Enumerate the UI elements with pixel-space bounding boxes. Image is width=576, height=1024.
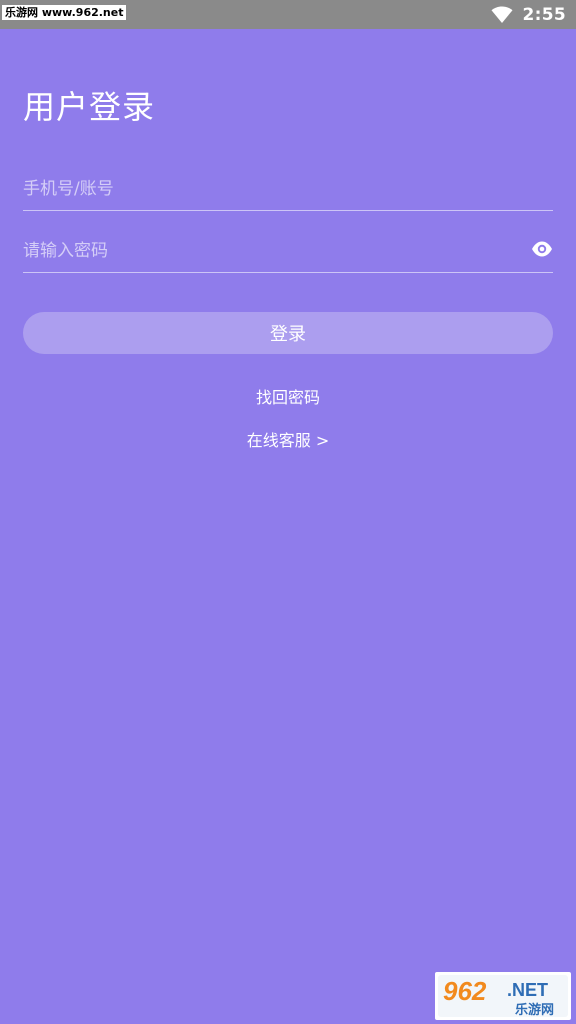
- eye-icon[interactable]: [531, 240, 553, 258]
- find-password-row: 找回密码: [0, 384, 576, 408]
- password-input[interactable]: [23, 229, 553, 272]
- status-time: 2:55: [522, 4, 566, 25]
- password-field: [23, 229, 553, 273]
- svg-text:乐游网: 乐游网: [515, 1002, 554, 1018]
- account-input[interactable]: [23, 167, 553, 210]
- find-password-link[interactable]: 找回密码: [256, 388, 320, 407]
- svg-text:.NET: .NET: [507, 980, 548, 1000]
- account-field: [23, 167, 553, 211]
- 962-net-logo: 962 .NET 乐游网: [435, 972, 571, 1020]
- online-service-row: 在线客服 >: [0, 427, 576, 451]
- status-bar: 乐游网 www.962.net 2:55: [0, 0, 576, 29]
- watermark-label: 乐游网 www.962.net: [2, 5, 127, 20]
- svg-text:962: 962: [443, 976, 487, 1006]
- wifi-icon: [491, 6, 513, 23]
- page-title: 用户登录: [23, 88, 156, 126]
- online-service-link[interactable]: 在线客服 >: [247, 431, 330, 450]
- status-bar-right: 2:55: [491, 0, 566, 29]
- login-button[interactable]: 登录: [23, 312, 553, 354]
